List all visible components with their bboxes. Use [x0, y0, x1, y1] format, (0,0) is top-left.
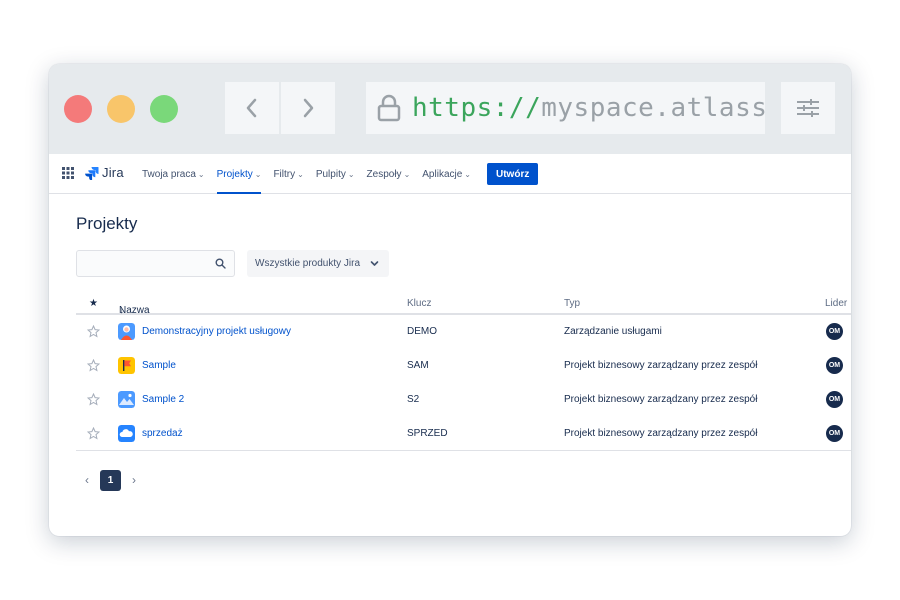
menu-label: Aplikacje — [422, 168, 463, 180]
maximize-window-button[interactable] — [150, 95, 178, 123]
project-name-link[interactable]: sprzedaż — [142, 428, 183, 439]
page-button-current[interactable]: 1 — [100, 469, 121, 491]
service-project-icon — [118, 323, 135, 340]
lead-avatar[interactable]: OM — [826, 391, 843, 408]
menu-twoja-praca[interactable]: Twoja praca ⌄ — [142, 154, 205, 194]
chevron-down-icon: ⌄ — [197, 169, 205, 179]
flag-project-icon — [118, 357, 135, 374]
table-header: ★ Nazwa ↓ Klucz Typ Lider — [76, 291, 851, 316]
star-outline-icon[interactable] — [87, 427, 100, 440]
page-title: Projekty — [76, 214, 138, 233]
url-host: myspace.atlassian.net — [541, 93, 765, 123]
close-window-button[interactable] — [64, 95, 92, 123]
address-bar[interactable]: https://myspace.atlassian.net — [366, 82, 765, 134]
chevron-down-icon — [370, 261, 379, 266]
browser-toolbar: https://myspace.atlassian.net — [49, 64, 851, 154]
jira-logo[interactable]: Jira — [85, 165, 124, 180]
projects-page: Projekty Wszystkie produkty Jira ★ Nazwa… — [49, 194, 851, 536]
menu-pulpity[interactable]: Pulpity ⌄ — [316, 154, 355, 194]
project-key: SPRZED — [407, 428, 448, 439]
create-button[interactable]: Utwórz — [487, 163, 539, 185]
menu-label: Filtry — [273, 168, 296, 180]
project-type: Projekt biznesowy zarządzany przez zespó… — [564, 360, 758, 371]
menu-zespoly[interactable]: Zespoły ⌄ — [367, 154, 411, 194]
menu-label: Twoja praca — [142, 168, 196, 180]
project-name-link[interactable]: Demonstracyjny projekt usługowy — [142, 326, 291, 337]
table-row: Sample 2 S2 Projekt biznesowy zarządzany… — [76, 383, 851, 417]
chevron-down-icon: ⌄ — [254, 169, 262, 179]
menu-label: Zespoły — [366, 168, 402, 180]
table-row: sprzedaż SPRZED Projekt biznesowy zarząd… — [76, 417, 851, 451]
chevron-right-icon — [303, 98, 314, 118]
chevron-down-icon: ⌄ — [464, 169, 471, 179]
url-scheme: https:// — [412, 93, 542, 123]
main-menu: Twoja praca ⌄ Projekty ⌄ Filtry ⌄ Pulpity ⌄ … — [142, 154, 539, 194]
previous-page-icon[interactable]: ‹ — [80, 473, 94, 487]
app-switcher-icon[interactable] — [62, 167, 74, 179]
jira-logo-text: Jira — [102, 165, 124, 180]
sliders-icon — [797, 99, 819, 117]
url-text: https://myspace.atlassian.net — [412, 92, 765, 124]
forward-button[interactable] — [281, 82, 335, 134]
settings-button[interactable] — [781, 82, 835, 134]
project-type: Projekt biznesowy zarządzany przez zespó… — [564, 428, 758, 439]
mountain-project-icon — [118, 391, 135, 408]
table-row: Sample SAM Projekt biznesowy zarządzany … — [76, 349, 851, 383]
project-name-link[interactable]: Sample 2 — [142, 394, 184, 405]
chevron-left-icon — [246, 98, 257, 118]
product-filter-value: Wszystkie produkty Jira — [255, 258, 361, 269]
jira-top-navigation: Jira Twoja praca ⌄ Projekty ⌄ Filtry ⌄ Pulp… — [49, 154, 851, 194]
lead-avatar[interactable]: OM — [826, 323, 843, 340]
star-outline-icon[interactable] — [87, 393, 100, 406]
table-row: Demonstracyjny projekt usługowy DEMO Zar… — [76, 315, 851, 349]
menu-label: Pulpity — [315, 168, 346, 180]
star-outline-icon[interactable] — [87, 359, 100, 372]
lead-avatar[interactable]: OM — [826, 357, 843, 374]
project-key: DEMO — [407, 326, 437, 337]
project-type: Projekt biznesowy zarządzany przez zespó… — [564, 394, 758, 405]
lock-icon — [377, 94, 401, 122]
key-column-header[interactable]: Klucz — [407, 298, 431, 309]
project-key: SAM — [407, 360, 429, 371]
product-filter-select[interactable]: Wszystkie produkty Jira — [247, 250, 389, 277]
menu-projekty[interactable]: Projekty ⌄ — [216, 154, 262, 194]
project-name-link[interactable]: Sample — [142, 360, 176, 371]
chevron-down-icon: ⌄ — [403, 169, 411, 179]
menu-label: Projekty — [216, 168, 253, 180]
star-outline-icon[interactable] — [87, 325, 100, 338]
lead-avatar[interactable]: OM — [826, 425, 843, 442]
project-key: S2 — [407, 394, 420, 405]
chevron-down-icon: ⌄ — [297, 169, 304, 179]
projects-table: ★ Nazwa ↓ Klucz Typ Lider Demonstracyjny… — [76, 291, 851, 451]
next-page-icon[interactable]: › — [127, 473, 141, 487]
back-button[interactable] — [225, 82, 279, 134]
search-input[interactable] — [76, 250, 235, 277]
menu-filtry[interactable]: Filtry ⌄ — [273, 154, 303, 194]
search-icon — [215, 258, 226, 269]
pagination-controls: ‹ 1 › — [80, 469, 141, 491]
minimize-window-button[interactable] — [107, 95, 135, 123]
type-column-header[interactable]: Typ — [564, 298, 580, 309]
menu-aplikacje[interactable]: Aplikacje ⌄ — [422, 154, 471, 194]
jira-logo-icon — [85, 166, 99, 180]
star-column-header: ★ — [89, 298, 98, 309]
cloud-project-icon — [118, 425, 135, 442]
project-type: Zarządzanie usługami — [564, 326, 662, 337]
chevron-down-icon: ⌄ — [347, 169, 355, 179]
browser-window: https://myspace.atlassian.net — [49, 64, 851, 536]
lead-column-header: Lider — [825, 298, 848, 309]
